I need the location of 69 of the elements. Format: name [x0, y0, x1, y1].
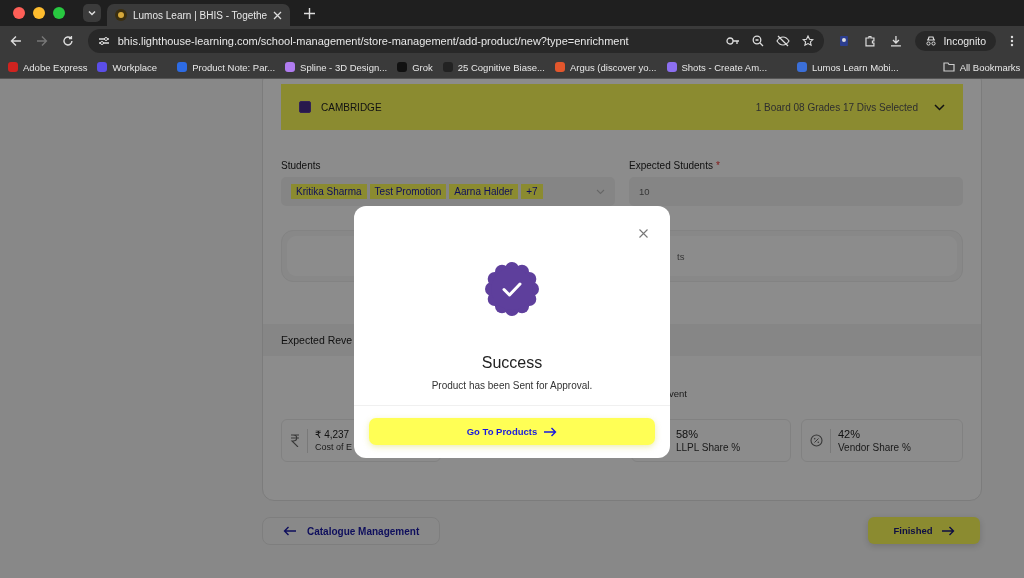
incognito-icon	[925, 36, 938, 46]
arrow-left-icon	[283, 526, 297, 536]
site-logo-icon	[115, 9, 127, 21]
back-icon[interactable]	[10, 35, 22, 47]
tab-title: Lumos Learn | BHIS - Togethe	[133, 9, 268, 21]
stat-label: Vendor Share %	[838, 442, 911, 453]
extension-icon[interactable]	[837, 35, 850, 47]
stat-value: 42%	[838, 428, 862, 440]
catalogue-management-button[interactable]: Catalogue Management	[262, 517, 441, 545]
arrow-right-icon	[543, 426, 558, 437]
go-to-products-button[interactable]: Go To Products	[369, 418, 655, 445]
required-mark: *	[715, 160, 720, 171]
download-icon[interactable]	[889, 35, 902, 47]
chevron-down-icon	[596, 188, 605, 195]
bookmark-item[interactable]: Argus (discover yo...	[554, 61, 657, 73]
bookmark-item[interactable]: Lumos Learn Mobi...	[797, 61, 899, 73]
bookmark-item[interactable]: Shots - Create Am...	[666, 61, 768, 73]
students-select[interactable]: Kritika Sharma Test Promotion Aarna Halder +7	[281, 177, 615, 206]
address-bar[interactable]: bhis.lighthouse-learning.com/school-management/store-management/add-product/new?type=enrichment	[87, 29, 824, 53]
arrow-right-icon	[940, 525, 955, 536]
chevron-down-icon[interactable]	[934, 103, 945, 111]
stat-value: ₹ 4,237	[315, 429, 351, 440]
percent-badge-icon	[810, 434, 823, 447]
bookmark-item[interactable]: Grok	[397, 61, 433, 73]
dialog-title: Success	[481, 354, 543, 372]
minimize-window-button[interactable]	[33, 7, 45, 19]
all-bookmarks-link[interactable]: All Bookmarks	[942, 61, 1021, 73]
dialog-message: Product has been Sent for Approval.	[431, 380, 593, 391]
stat-value: 58%	[676, 428, 700, 440]
tab-list-button[interactable]	[83, 4, 101, 22]
stat-label: LLPL Share %	[676, 442, 741, 453]
bookmark-item[interactable]: Spline - 3D Design...	[285, 61, 388, 73]
bookmark-item[interactable]: 25 Cognitive Biase...	[442, 61, 545, 73]
panel-text: ts	[677, 250, 685, 262]
key-icon[interactable]	[725, 36, 740, 46]
puzzle-icon[interactable]	[863, 35, 876, 47]
field-label: Expected Students	[629, 160, 713, 171]
rupee-icon	[290, 434, 300, 447]
board-row[interactable]: CAMBRIDGE 1 Board 08 Grades 17 Divs Selected	[281, 84, 963, 130]
bookmark-item[interactable]: Product Note: Par...	[177, 61, 276, 73]
checkbox[interactable]	[299, 101, 311, 113]
new-tab-icon[interactable]	[304, 7, 316, 19]
board-name: CAMBRIDGE	[321, 101, 383, 113]
bookmark-item[interactable]: Adobe Express	[8, 61, 88, 73]
site-settings-icon[interactable]	[97, 35, 110, 47]
bookmark-item[interactable]: Workplace	[97, 61, 158, 73]
incognito-button[interactable]: Incognito	[915, 31, 997, 51]
folder-icon	[942, 62, 955, 72]
section-title: Expected Reve	[281, 334, 353, 346]
close-icon[interactable]	[639, 229, 648, 238]
stat-label: Cost of E	[315, 442, 352, 452]
close-window-button[interactable]	[13, 7, 25, 19]
zoom-icon[interactable]	[751, 35, 764, 47]
selection-summary: 1 Board 08 Grades 17 Divs Selected	[755, 101, 918, 113]
student-tag: +7	[521, 184, 543, 199]
revenue-note: vent	[669, 388, 688, 399]
field-label: Students	[281, 160, 322, 171]
browser-tab[interactable]: Lumos Learn | BHIS - Togethe	[107, 4, 291, 26]
chevron-down-icon	[87, 8, 97, 18]
menu-icon[interactable]	[1010, 35, 1015, 47]
student-tag: Kritika Sharma	[291, 184, 367, 199]
reload-icon[interactable]	[61, 35, 74, 47]
student-tag: Test Promotion	[369, 184, 447, 199]
check-badge-icon	[485, 262, 539, 316]
star-icon[interactable]	[801, 35, 814, 47]
maximize-window-button[interactable]	[53, 7, 65, 19]
finished-button[interactable]: Finished	[868, 517, 980, 544]
student-tag: Aarna Halder	[449, 184, 519, 199]
eye-off-icon[interactable]	[775, 35, 790, 47]
